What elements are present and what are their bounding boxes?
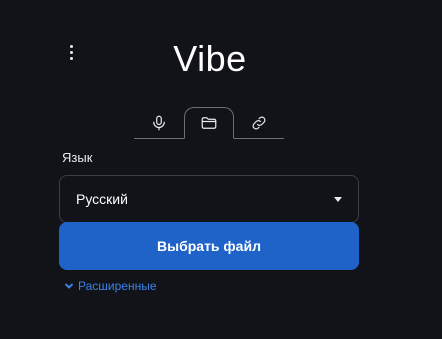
language-select-value: Русский — [76, 191, 128, 207]
choose-file-button[interactable]: Выбрать файл — [59, 222, 359, 270]
chevron-down-icon — [65, 283, 73, 289]
language-select[interactable]: Русский — [59, 175, 359, 223]
language-label: Язык — [62, 150, 93, 165]
tab-file[interactable] — [184, 107, 234, 139]
tab-record[interactable] — [134, 107, 184, 139]
link-icon — [252, 116, 266, 130]
app-title: Vibe — [173, 38, 247, 79]
caret-down-icon — [334, 196, 342, 202]
advanced-toggle[interactable]: Расширенные — [64, 279, 157, 293]
tab-link[interactable] — [234, 107, 284, 139]
source-tabs — [134, 107, 284, 139]
folder-icon — [201, 117, 217, 129]
advanced-label: Расширенные — [78, 279, 157, 293]
microphone-icon — [153, 115, 165, 131]
